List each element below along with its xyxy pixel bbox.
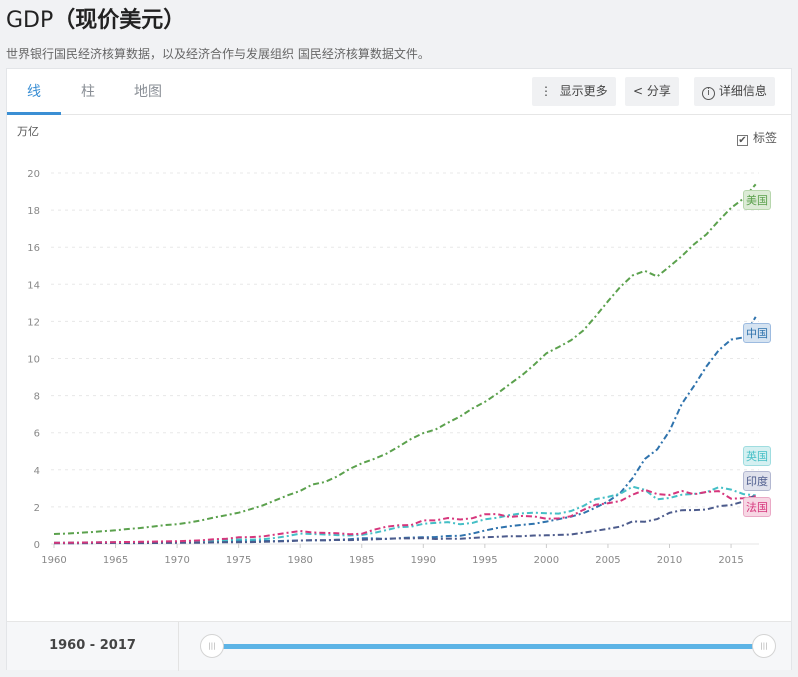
range-slider-track[interactable] xyxy=(214,644,764,649)
title-prefix: GDP xyxy=(6,8,54,33)
title-main: （现价美元） xyxy=(53,8,186,33)
y-tick-label: 18 xyxy=(27,206,40,217)
series-line-0 xyxy=(53,183,757,535)
y-tick-label: 20 xyxy=(27,169,40,180)
y-tick-label: 8 xyxy=(34,392,40,403)
range-footer: 1960 - 2017 ||| ||| xyxy=(7,621,791,671)
line-chart: 0 2 4 6 8 10 12 14 16 18 20 1960 1965 1970 1975 1980 198… xyxy=(27,169,759,566)
series-label-china: 中国 xyxy=(743,323,771,343)
y-tick-label: 12 xyxy=(27,317,40,328)
series-label-uk: 英国 xyxy=(743,446,771,466)
range-end-handle[interactable]: ||| xyxy=(752,634,776,658)
x-tick-label: 1985 xyxy=(349,555,374,566)
x-tick-label: 1965 xyxy=(103,555,128,566)
y-tick-label: 2 xyxy=(34,503,40,514)
x-tick-label: 2005 xyxy=(595,555,620,566)
page-title: GDP（现价美元） xyxy=(6,2,185,34)
x-tick-label: 1990 xyxy=(411,555,436,566)
x-tick-label: 1995 xyxy=(472,555,497,566)
x-tick-label: 2000 xyxy=(534,555,559,566)
x-tick-label: 2010 xyxy=(657,555,682,566)
x-tick-label: 1980 xyxy=(287,555,312,566)
y-tick-label: 10 xyxy=(27,355,40,366)
series-line-3 xyxy=(54,493,757,545)
subtitle: 世界银行国民经济核算数据，以及经济合作与发展组织 国民经济核算数据文件。 xyxy=(6,47,430,61)
x-tick-label: 2015 xyxy=(718,555,743,566)
series-label-us: 美国 xyxy=(743,190,771,210)
series-line-2 xyxy=(53,485,756,544)
series-line-4 xyxy=(53,488,756,544)
y-tick-label: 4 xyxy=(34,466,40,477)
range-start-handle[interactable]: ||| xyxy=(200,634,224,658)
y-tick-label: 14 xyxy=(27,280,40,291)
x-tick-label: 1970 xyxy=(164,555,189,566)
chart-card: 线 柱 地图 ⋮ 显示更多 < 分享 i 详细信息 万亿 ✔ 标签 0 2 4 6 8 10… xyxy=(6,68,792,671)
y-tick-label: 6 xyxy=(34,429,40,440)
series-label-india: 印度 xyxy=(743,471,771,491)
series-label-france: 法国 xyxy=(743,497,771,517)
y-tick-label: 0 xyxy=(34,540,40,551)
year-range-text: 1960 - 2017 xyxy=(7,622,179,671)
x-tick-label: 1960 xyxy=(41,555,66,566)
x-tick-label: 1975 xyxy=(226,555,251,566)
series-line-1 xyxy=(53,316,757,545)
y-tick-label: 16 xyxy=(27,243,40,254)
